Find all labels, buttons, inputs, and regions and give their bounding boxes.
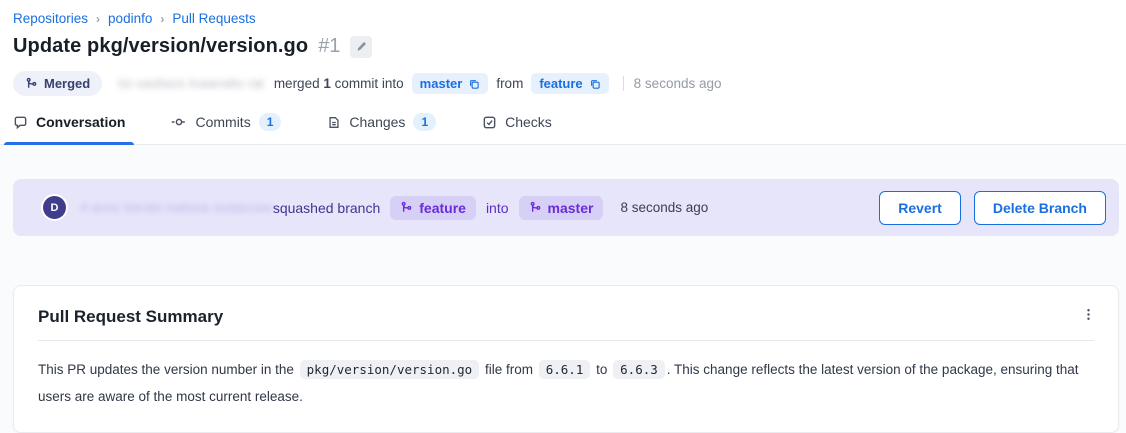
author-name-blurred: tsi vasttazs tnaanattv rat [118,76,264,91]
pr-meta-row: Merged tsi vasttazs tnaanattv rat merged… [13,71,1126,96]
breadcrumb-repositories[interactable]: Repositories [13,11,88,26]
source-branch-pill[interactable]: feature [390,196,476,220]
source-branch-name: feature [419,200,466,216]
breadcrumb-podinfo[interactable]: podinfo [108,11,152,26]
tab-label: Commits [195,114,250,130]
status-badge: Merged [13,71,102,96]
checklist-icon [482,115,497,130]
git-branch-icon [529,201,542,214]
tab-checks[interactable]: Checks [482,113,552,144]
edit-title-button[interactable] [350,36,372,58]
source-branch-pill[interactable]: feature [531,73,608,94]
tab-label: Checks [505,114,552,130]
merge-action-text: squashed branch [273,200,380,216]
breadcrumb: Repositories › podinfo › Pull Requests [13,11,1126,26]
comment-icon [13,115,28,130]
divider [623,76,624,91]
kebab-icon [1082,307,1095,322]
target-branch-pill[interactable]: master [412,73,489,94]
title-row: Update pkg/version/version.go #1 [13,35,1126,58]
page-header: Repositories › podinfo › Pull Requests U… [0,0,1126,96]
tab-changes[interactable]: Changes 1 [327,113,436,144]
status-badge-label: Merged [44,76,90,91]
git-branch-icon [400,201,413,214]
merge-text-mid: commit into [335,76,404,91]
tab-label: Conversation [36,114,125,130]
copy-icon[interactable] [589,78,601,90]
merge-text: merged [274,76,320,91]
breadcrumb-separator: › [96,12,100,26]
merge-banner: D A avss tstcats tsatssa ssatacsav squas… [13,179,1119,236]
banner-actions: Revert Delete Branch [879,191,1106,225]
target-branch-pill[interactable]: master [519,196,604,220]
merge-timestamp: 8 seconds ago [620,200,708,215]
pr-tabs: Conversation Commits 1 Changes 1 Checks [0,96,1126,145]
pr-content-area: D A avss tstcats tsatssa ssatacsav squas… [0,145,1126,433]
commits-count-badge: 1 [259,113,282,131]
author-name-blurred: A avss tstcats tsatssa ssatacsav [80,200,273,215]
pr-timestamp: 8 seconds ago [634,76,722,91]
delete-branch-button[interactable]: Delete Branch [974,191,1106,225]
pr-number: #1 [318,35,340,58]
merge-text-from: from [496,76,523,91]
target-branch-name: master [420,76,463,91]
into-text: into [486,200,509,216]
commit-count: 1 [323,76,331,91]
source-branch-name: feature [539,76,582,91]
avatar: D [43,196,66,219]
tab-label: Changes [349,114,405,130]
tab-commits[interactable]: Commits 1 [171,113,281,144]
pull-request-summary-card: Pull Request Summary This PR updates the… [13,285,1119,433]
git-commit-icon [171,114,187,130]
revert-button[interactable]: Revert [879,191,961,225]
copy-icon[interactable] [468,78,480,90]
tab-conversation[interactable]: Conversation [13,113,125,144]
kebab-menu-button[interactable] [1080,305,1097,324]
file-icon [327,115,341,130]
breadcrumb-pull-requests[interactable]: Pull Requests [172,11,255,26]
target-branch-name: master [548,200,594,216]
changes-count-badge: 1 [413,113,436,131]
summary-card-title: Pull Request Summary [14,286,1118,340]
pencil-icon [355,41,367,53]
breadcrumb-separator: › [160,12,164,26]
summary-body: This PR updates the version number in th… [14,341,1118,432]
git-merge-icon [25,77,38,90]
pr-title: Update pkg/version/version.go [13,35,308,58]
